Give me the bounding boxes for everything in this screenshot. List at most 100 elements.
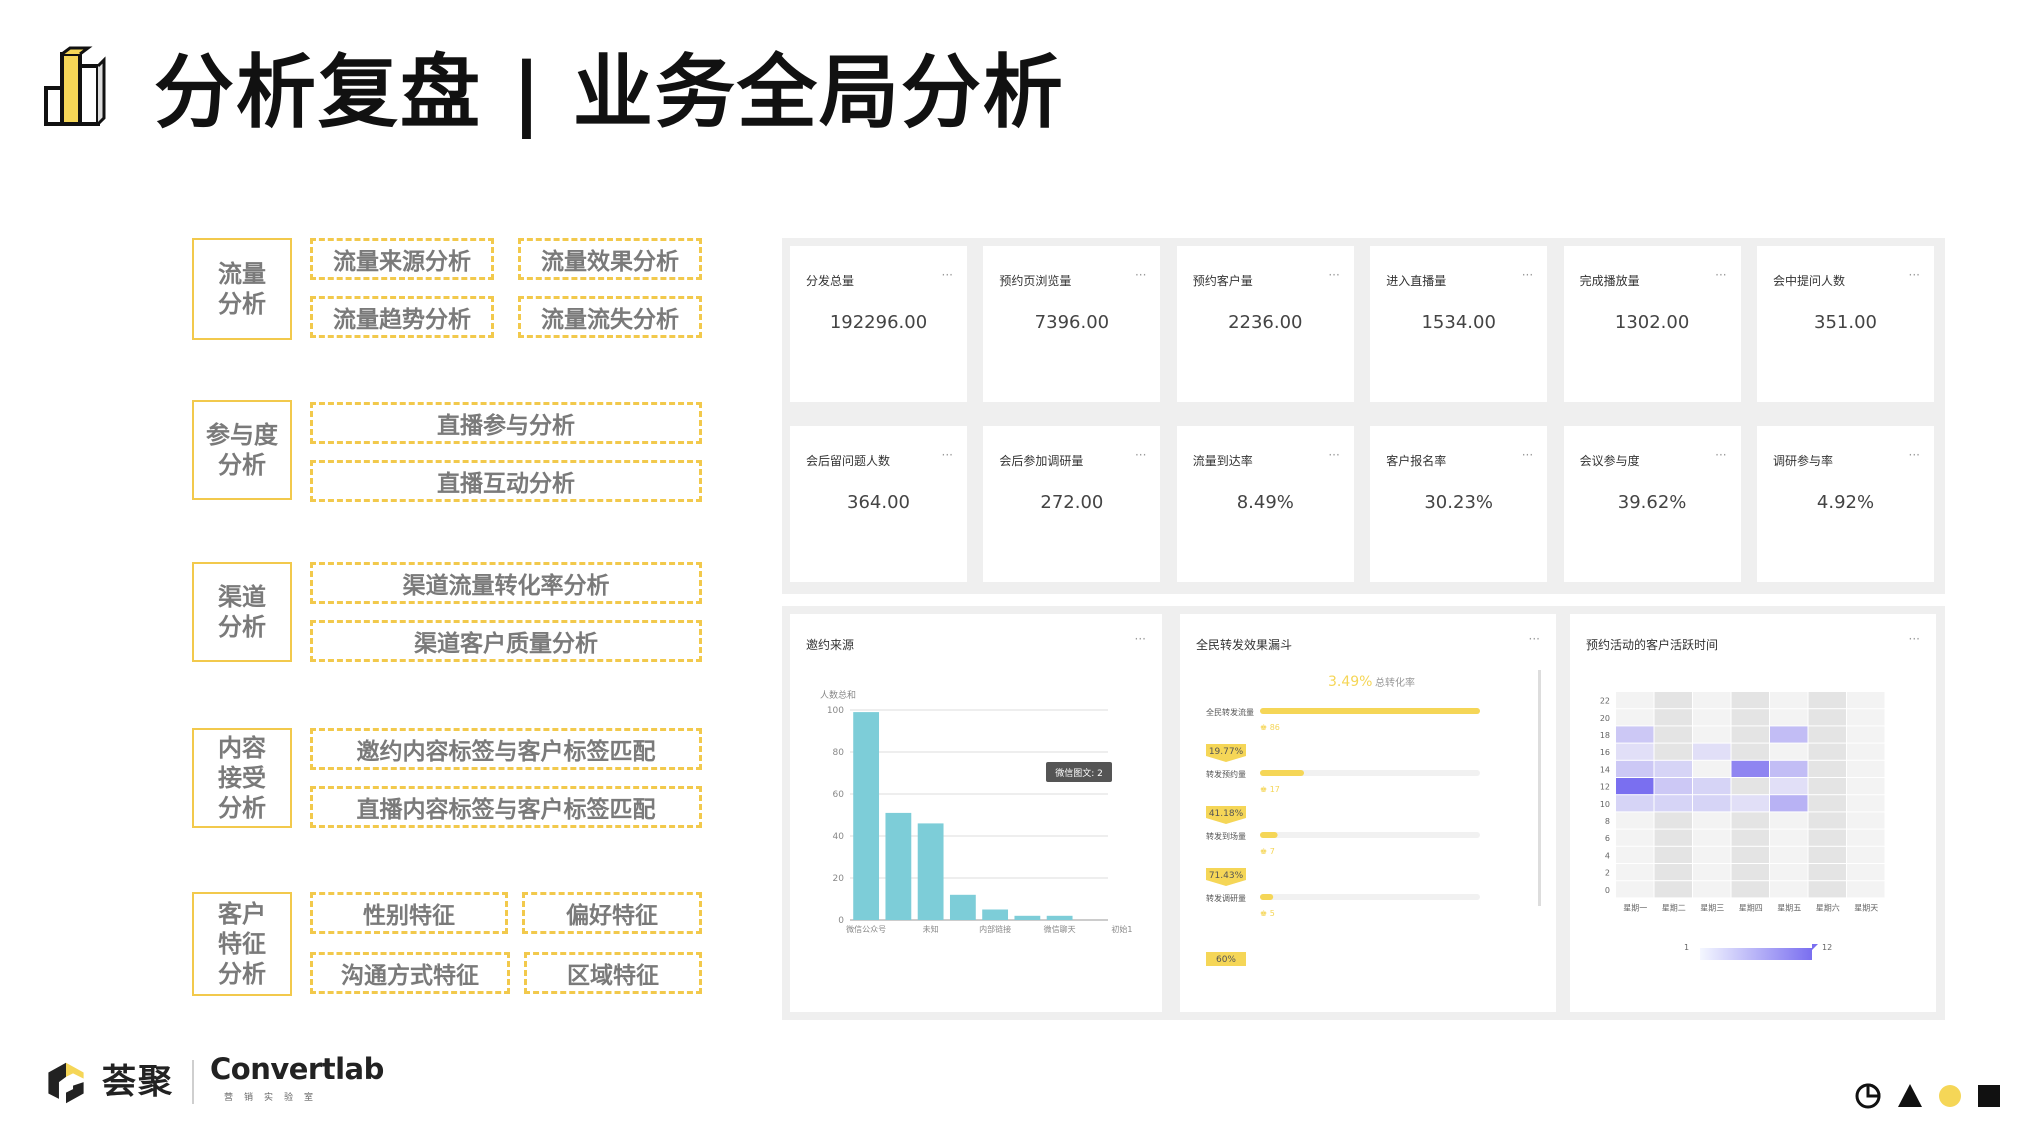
heatmap-cell[interactable] (1693, 881, 1731, 898)
heatmap-cell[interactable] (1808, 812, 1847, 829)
heatmap-cell[interactable] (1770, 864, 1808, 881)
heatmap-cell[interactable] (1616, 864, 1654, 881)
card-menu-button[interactable]: ··· (942, 448, 953, 462)
heatmap-cell[interactable] (1693, 760, 1731, 777)
heatmap-cell[interactable] (1847, 692, 1885, 709)
heatmap-cell[interactable] (1731, 864, 1770, 881)
heatmap-cell[interactable] (1654, 778, 1693, 795)
heatmap-cell[interactable] (1847, 881, 1885, 898)
heatmap-cell[interactable] (1654, 829, 1693, 846)
card-menu-button[interactable]: ··· (1522, 268, 1533, 282)
heatmap-cell[interactable] (1770, 778, 1808, 795)
card-menu-button[interactable]: ··· (1909, 268, 1920, 282)
heatmap-cell[interactable] (1808, 778, 1847, 795)
heatmap-cell[interactable] (1847, 743, 1885, 760)
heatmap-cell[interactable] (1654, 881, 1693, 898)
heatmap-cell[interactable] (1770, 726, 1808, 743)
heatmap-cell[interactable] (1693, 829, 1731, 846)
funnel-bar[interactable] (1260, 894, 1274, 900)
heatmap-cell[interactable] (1654, 760, 1693, 777)
heatmap-cell[interactable] (1654, 743, 1693, 760)
heatmap-cell[interactable] (1770, 829, 1808, 846)
heatmap-cell[interactable] (1731, 812, 1770, 829)
heatmap-cell[interactable] (1770, 881, 1808, 898)
card-menu-button[interactable]: ··· (1909, 632, 1920, 646)
heatmap-cell[interactable] (1731, 846, 1770, 863)
heatmap-cell[interactable] (1654, 795, 1693, 812)
heatmap-cell[interactable] (1808, 726, 1847, 743)
heatmap-cell[interactable] (1847, 795, 1885, 812)
card-menu-button[interactable]: ··· (1529, 632, 1540, 646)
heatmap-cell[interactable] (1616, 692, 1654, 709)
heatmap-cell[interactable] (1770, 743, 1808, 760)
heatmap-cell[interactable] (1616, 846, 1654, 863)
bar[interactable] (1014, 915, 1041, 920)
card-menu-button[interactable]: ··· (1328, 448, 1339, 462)
heatmap-cell[interactable] (1847, 846, 1885, 863)
heatmap-cell[interactable] (1770, 846, 1808, 863)
heatmap-cell[interactable] (1693, 692, 1731, 709)
heatmap-cell[interactable] (1654, 709, 1693, 726)
card-menu-button[interactable]: ··· (1135, 448, 1146, 462)
heatmap-cell[interactable] (1808, 743, 1847, 760)
card-menu-button[interactable]: ··· (1909, 448, 1920, 462)
heatmap-cell[interactable] (1847, 812, 1885, 829)
heatmap-cell[interactable] (1731, 692, 1770, 709)
funnel-bar[interactable] (1260, 832, 1278, 838)
heatmap-cell[interactable] (1808, 881, 1847, 898)
heatmap-cell[interactable] (1693, 743, 1731, 760)
heatmap-cell[interactable] (1808, 846, 1847, 863)
bar[interactable] (917, 823, 944, 920)
visual-map-bar[interactable] (1700, 948, 1812, 960)
funnel-bar[interactable] (1260, 708, 1480, 714)
heatmap-cell[interactable] (1731, 726, 1770, 743)
heatmap-cell[interactable] (1770, 812, 1808, 829)
bar[interactable] (982, 909, 1009, 921)
heatmap-cell[interactable] (1770, 760, 1808, 777)
card-menu-button[interactable]: ··· (1715, 268, 1726, 282)
heatmap-cell[interactable] (1731, 881, 1770, 898)
heatmap-cell[interactable] (1731, 743, 1770, 760)
card-menu-button[interactable]: ··· (1328, 268, 1339, 282)
heatmap-cell[interactable] (1847, 760, 1885, 777)
heatmap-cell[interactable] (1731, 760, 1770, 777)
heatmap-cell[interactable] (1693, 864, 1731, 881)
card-menu-button[interactable]: ··· (1522, 448, 1533, 462)
heatmap-cell[interactable] (1847, 864, 1885, 881)
heatmap-cell[interactable] (1616, 881, 1654, 898)
bar[interactable] (949, 894, 976, 920)
heatmap-cell[interactable] (1616, 812, 1654, 829)
heatmap-cell[interactable] (1616, 760, 1654, 777)
bar[interactable] (885, 812, 912, 920)
heatmap-cell[interactable] (1693, 726, 1731, 743)
bar[interactable] (853, 712, 880, 920)
heatmap-cell[interactable] (1770, 709, 1808, 726)
heatmap-cell[interactable] (1693, 778, 1731, 795)
heatmap-cell[interactable] (1808, 709, 1847, 726)
card-menu-button[interactable]: ··· (1715, 448, 1726, 462)
heatmap-cell[interactable] (1693, 709, 1731, 726)
heatmap-cell[interactable] (1808, 829, 1847, 846)
heatmap-cell[interactable] (1654, 846, 1693, 863)
heatmap-cell[interactable] (1693, 795, 1731, 812)
card-menu-button[interactable]: ··· (942, 268, 953, 282)
heatmap-cell[interactable] (1616, 726, 1654, 743)
heatmap-cell[interactable] (1731, 795, 1770, 812)
heatmap-cell[interactable] (1616, 829, 1654, 846)
heatmap-cell[interactable] (1616, 778, 1654, 795)
bar[interactable] (1046, 915, 1073, 920)
funnel-bar[interactable] (1260, 770, 1304, 776)
heatmap-cell[interactable] (1616, 795, 1654, 812)
heatmap-cell[interactable] (1770, 692, 1808, 709)
visual-map-handle-icon[interactable] (1812, 944, 1818, 950)
heatmap-cell[interactable] (1654, 864, 1693, 881)
heatmap-cell[interactable] (1847, 778, 1885, 795)
heatmap-cell[interactable] (1808, 760, 1847, 777)
heatmap-cell[interactable] (1616, 743, 1654, 760)
heatmap-cell[interactable] (1808, 864, 1847, 881)
heatmap-cell[interactable] (1847, 726, 1885, 743)
heatmap-cell[interactable] (1770, 795, 1808, 812)
heatmap-cell[interactable] (1693, 812, 1731, 829)
card-menu-button[interactable]: ··· (1135, 632, 1146, 646)
heatmap-cell[interactable] (1808, 692, 1847, 709)
